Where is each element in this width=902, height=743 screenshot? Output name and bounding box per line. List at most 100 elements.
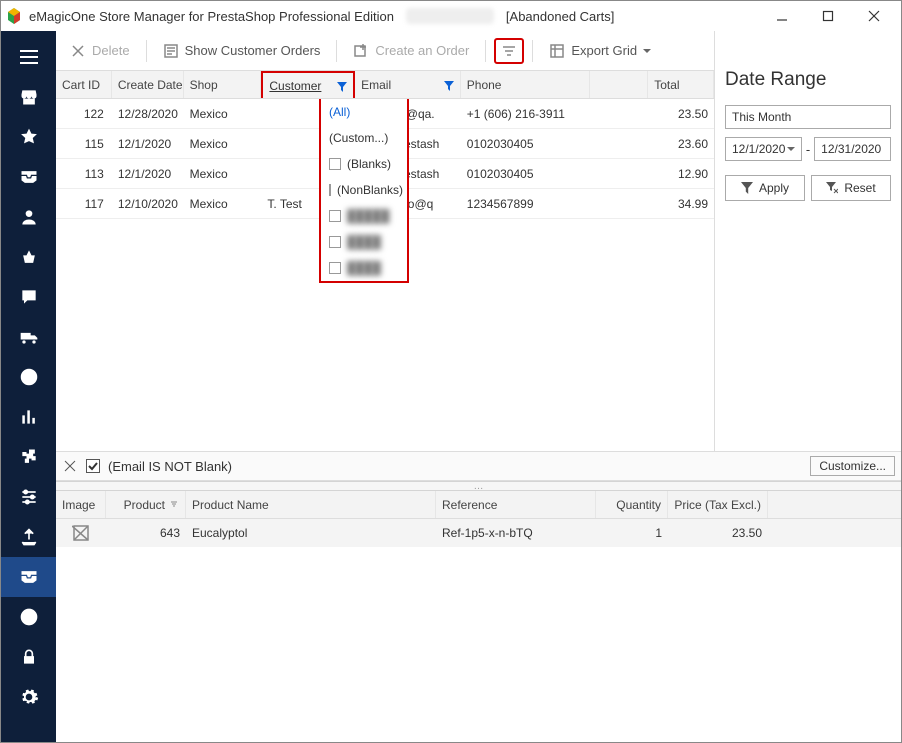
- col-customer[interactable]: Customer: [261, 71, 355, 98]
- detail-grid-body[interactable]: 643EucalyptolRef-1p5-x-n-bTQ123.50: [56, 519, 901, 547]
- checkbox-icon: [329, 262, 341, 274]
- minimize-button[interactable]: [759, 1, 805, 31]
- filter-option[interactable]: ████: [321, 255, 407, 281]
- cell-phone: 0102030405: [461, 137, 591, 151]
- export-grid-button[interactable]: Export Grid: [541, 39, 659, 63]
- cell-product-name: Eucalyptol: [186, 526, 436, 540]
- chevron-down-icon: [643, 49, 651, 53]
- cell-phone: +1 (606) 216-3911: [461, 107, 591, 121]
- sidebar-user-icon[interactable]: [1, 197, 56, 237]
- sidebar-lock-icon[interactable]: [1, 637, 56, 677]
- sidebar-archive-icon[interactable]: [1, 557, 56, 597]
- main-area: Delete Show Customer Orders Create an Or…: [56, 31, 901, 742]
- grid-panel: Delete Show Customer Orders Create an Or…: [56, 31, 714, 451]
- sidebar-gear-icon[interactable]: [1, 677, 56, 717]
- splitter-handle[interactable]: …: [56, 481, 901, 491]
- cell-reference: Ref-1p5-x-n-bTQ: [436, 526, 596, 540]
- grid-body[interactable]: 12212/28/2020Mexicotester-qr@qa.+1 (606)…: [56, 99, 714, 451]
- col-phone[interactable]: Phone: [461, 71, 591, 98]
- sidebar-help-icon[interactable]: [1, 597, 56, 637]
- cell-total: 12.90: [648, 167, 714, 181]
- sidebar-globe-icon[interactable]: [1, 357, 56, 397]
- dcol-quantity[interactable]: Quantity: [596, 491, 668, 518]
- filter-icon: [444, 80, 454, 90]
- sidebar-upload-icon[interactable]: [1, 517, 56, 557]
- sidebar-truck-icon[interactable]: [1, 317, 56, 357]
- filter-option[interactable]: (Custom...): [321, 125, 407, 151]
- customize-filter-button[interactable]: Customize...: [810, 456, 895, 476]
- sidebar-menu-toggle[interactable]: [1, 37, 56, 77]
- col-cart-id[interactable]: Cart ID: [56, 71, 112, 98]
- cell-price: 23.50: [668, 526, 768, 540]
- cell-shop: Mexico: [184, 167, 262, 181]
- body: Delete Show Customer Orders Create an Or…: [1, 31, 901, 742]
- cell-quantity: 1: [596, 526, 668, 540]
- filter-option-label: (NonBlanks): [337, 183, 403, 197]
- sidebar-sliders-icon[interactable]: [1, 477, 56, 517]
- sidebar-chat-icon[interactable]: [1, 277, 56, 317]
- col-shop[interactable]: Shop: [184, 71, 262, 98]
- filter-option[interactable]: (NonBlanks): [321, 177, 407, 203]
- date-range-panel: Date Range This Month 12/1/2020 - 12/31/…: [714, 31, 901, 451]
- col-total[interactable]: Total: [648, 71, 714, 98]
- reset-label: Reset: [844, 181, 875, 195]
- dcol-product[interactable]: Product: [106, 491, 186, 518]
- upper-area: Delete Show Customer Orders Create an Or…: [56, 31, 901, 451]
- filter-option[interactable]: (Blanks): [321, 151, 407, 177]
- show-customer-orders-button[interactable]: Show Customer Orders: [155, 39, 329, 63]
- checkbox-icon: [329, 184, 331, 196]
- filter-option[interactable]: █████: [321, 203, 407, 229]
- grid-header: Cart ID Create Date Shop Customer Email …: [56, 71, 714, 99]
- detail-grid-header: Image Product Product Name Reference Qua…: [56, 491, 901, 519]
- delete-button[interactable]: Delete: [62, 39, 138, 63]
- cell-cart-id: 117: [56, 197, 112, 211]
- reset-button[interactable]: Reset: [811, 175, 891, 201]
- dcol-image[interactable]: Image: [56, 491, 106, 518]
- clear-filter-button[interactable]: [62, 458, 78, 474]
- cell-create-date: 12/1/2020: [112, 167, 184, 181]
- cell-total: 23.60: [648, 137, 714, 151]
- date-from-input[interactable]: 12/1/2020: [725, 137, 802, 161]
- create-order-label: Create an Order: [375, 43, 469, 58]
- sidebar-inbox-icon[interactable]: [1, 157, 56, 197]
- customer-filter-dropdown: (All)(Custom...)(Blanks)(NonBlanks)█████…: [319, 99, 409, 283]
- sidebar-basket-icon[interactable]: [1, 237, 56, 277]
- date-range-preset-value: This Month: [732, 110, 791, 124]
- toolbar-sep: [336, 40, 337, 62]
- sidebar-star-icon[interactable]: [1, 117, 56, 157]
- sidebar-plugin-icon[interactable]: [1, 437, 56, 477]
- date-range-preset[interactable]: This Month: [725, 105, 891, 129]
- dcol-price[interactable]: Price (Tax Excl.): [668, 491, 768, 518]
- filter-option[interactable]: (All): [321, 99, 407, 125]
- dcol-product-name[interactable]: Product Name: [186, 491, 436, 518]
- window-title-right: [Abandoned Carts]: [506, 9, 614, 24]
- cell-phone: 1234567899: [461, 197, 591, 211]
- sidebar-store-icon[interactable]: [1, 77, 56, 117]
- filter-option-label: (All): [329, 105, 350, 119]
- cell-cart-id: 113: [56, 167, 112, 181]
- close-button[interactable]: [851, 1, 897, 31]
- cell-create-date: 12/10/2020: [112, 197, 184, 211]
- apply-button[interactable]: Apply: [725, 175, 805, 201]
- create-order-button[interactable]: Create an Order: [345, 39, 477, 63]
- col-create-date[interactable]: Create Date: [112, 71, 184, 98]
- maximize-button[interactable]: [805, 1, 851, 31]
- cell-image: [56, 524, 106, 542]
- date-to-input[interactable]: 12/31/2020: [814, 137, 891, 161]
- sidebar: [1, 31, 56, 742]
- toolbar-sep: [532, 40, 533, 62]
- col-email[interactable]: Email: [355, 71, 461, 98]
- filter-icon: [337, 81, 347, 91]
- col-phone2[interactable]: [590, 71, 648, 98]
- window-title-left: eMagicOne Store Manager for PrestaShop P…: [29, 9, 394, 24]
- filter-option[interactable]: ████: [321, 229, 407, 255]
- sidebar-chart-icon[interactable]: [1, 397, 56, 437]
- filter-toggle-button[interactable]: [494, 38, 524, 64]
- dcol-reference[interactable]: Reference: [436, 491, 596, 518]
- toolbar-sep: [146, 40, 147, 62]
- filter-expression: (Email IS NOT Blank): [108, 459, 232, 474]
- cell-shop: Mexico: [184, 197, 262, 211]
- filter-enabled-checkbox[interactable]: [86, 459, 100, 473]
- checkbox-icon: [329, 158, 341, 170]
- detail-row[interactable]: 643EucalyptolRef-1p5-x-n-bTQ123.50: [56, 519, 901, 547]
